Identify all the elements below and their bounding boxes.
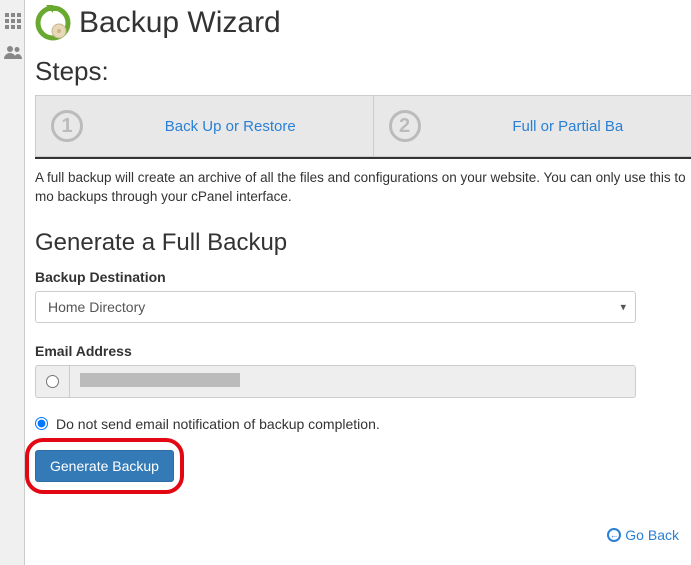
steps-row: 1 Back Up or Restore 2 Full or Partial B… bbox=[35, 95, 691, 159]
generate-button-highlight: Generate Backup bbox=[35, 450, 174, 482]
page-header: Backup Wizard bbox=[35, 0, 691, 56]
destination-label: Backup Destination bbox=[35, 269, 691, 285]
apps-icon[interactable] bbox=[0, 8, 25, 33]
sidebar bbox=[0, 0, 25, 565]
destination-select-wrap: Home Directory bbox=[35, 291, 636, 323]
email-label: Email Address bbox=[35, 343, 691, 359]
go-back-label: Go Back bbox=[625, 527, 679, 543]
users-icon[interactable] bbox=[0, 39, 25, 64]
email-radio-cell bbox=[35, 365, 69, 398]
step-backup-restore[interactable]: 1 Back Up or Restore bbox=[35, 95, 374, 157]
send-email-radio[interactable] bbox=[46, 375, 59, 388]
page-title: Backup Wizard bbox=[79, 6, 281, 40]
no-email-row: Do not send email notification of backup… bbox=[35, 416, 691, 432]
go-back-link[interactable]: ← Go Back bbox=[607, 527, 679, 543]
no-email-radio[interactable] bbox=[35, 417, 48, 430]
step-full-partial[interactable]: 2 Full or Partial Ba bbox=[374, 95, 691, 157]
email-value-masked bbox=[80, 373, 240, 387]
step-label: Back Up or Restore bbox=[103, 118, 358, 135]
step-number: 2 bbox=[389, 110, 421, 142]
email-row bbox=[35, 365, 636, 398]
generate-heading: Generate a Full Backup bbox=[35, 229, 691, 257]
backup-wizard-icon bbox=[35, 5, 71, 41]
no-email-label: Do not send email notification of backup… bbox=[56, 416, 380, 432]
step-label: Full or Partial Ba bbox=[441, 118, 691, 135]
arrow-left-circle-icon: ← bbox=[607, 528, 621, 542]
step-number: 1 bbox=[51, 110, 83, 142]
email-field[interactable] bbox=[69, 365, 636, 398]
description-text: A full backup will create an archive of … bbox=[35, 169, 691, 207]
generate-backup-button[interactable]: Generate Backup bbox=[35, 450, 174, 482]
steps-heading: Steps: bbox=[35, 56, 691, 87]
destination-select[interactable]: Home Directory bbox=[35, 291, 636, 323]
